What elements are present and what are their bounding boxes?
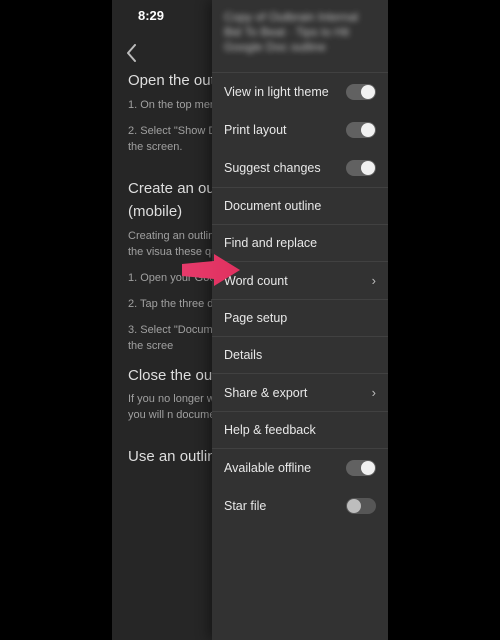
menu-document-outline[interactable]: Document outline: [212, 188, 388, 224]
menu-label: Help & feedback: [224, 423, 376, 437]
menu-label: Star file: [224, 499, 346, 513]
menu-word-count[interactable]: Word count ›: [212, 262, 388, 299]
menu-print-layout[interactable]: Print layout: [212, 111, 388, 149]
menu-page-setup[interactable]: Page setup: [212, 300, 388, 336]
menu-label: View in light theme: [224, 85, 346, 99]
menu-label: Share & export: [224, 386, 372, 400]
menu-view-light-theme[interactable]: View in light theme: [212, 73, 388, 111]
menu-label: Suggest changes: [224, 161, 346, 175]
menu-label: Details: [224, 348, 376, 362]
toggle-suggest-changes[interactable]: [346, 160, 376, 176]
toggle-light-theme[interactable]: [346, 84, 376, 100]
menu-label: Page setup: [224, 311, 376, 325]
menu-label: Find and replace: [224, 236, 376, 250]
menu-label: Word count: [224, 274, 372, 288]
chevron-right-icon: ›: [372, 385, 376, 400]
menu-label: Document outline: [224, 199, 376, 213]
menu-label: Available offline: [224, 461, 346, 475]
menu-details[interactable]: Details: [212, 337, 388, 373]
menu-find-replace[interactable]: Find and replace: [212, 225, 388, 261]
toggle-print-layout[interactable]: [346, 122, 376, 138]
menu-label: Print layout: [224, 123, 346, 137]
menu-help-feedback[interactable]: Help & feedback: [212, 412, 388, 448]
chevron-right-icon: ›: [372, 273, 376, 288]
menu-share-export[interactable]: Share & export ›: [212, 374, 388, 411]
pillarbox-right: [388, 0, 500, 640]
pillarbox-left: [0, 0, 112, 640]
menu-suggest-changes[interactable]: Suggest changes: [212, 149, 388, 187]
overflow-menu-panel: Copy of Outbrain Internal Bid To Beat · …: [212, 0, 388, 640]
phone-canvas: 8:29 Open the outlin 1. On the top menu …: [112, 0, 388, 640]
toggle-star-file[interactable]: [346, 498, 376, 514]
menu-star-file[interactable]: Star file: [212, 487, 388, 525]
document-title-blurred: Copy of Outbrain Internal Bid To Beat · …: [212, 0, 388, 72]
menu-available-offline[interactable]: Available offline: [212, 449, 388, 487]
toggle-available-offline[interactable]: [346, 460, 376, 476]
status-time: 8:29: [138, 8, 164, 23]
